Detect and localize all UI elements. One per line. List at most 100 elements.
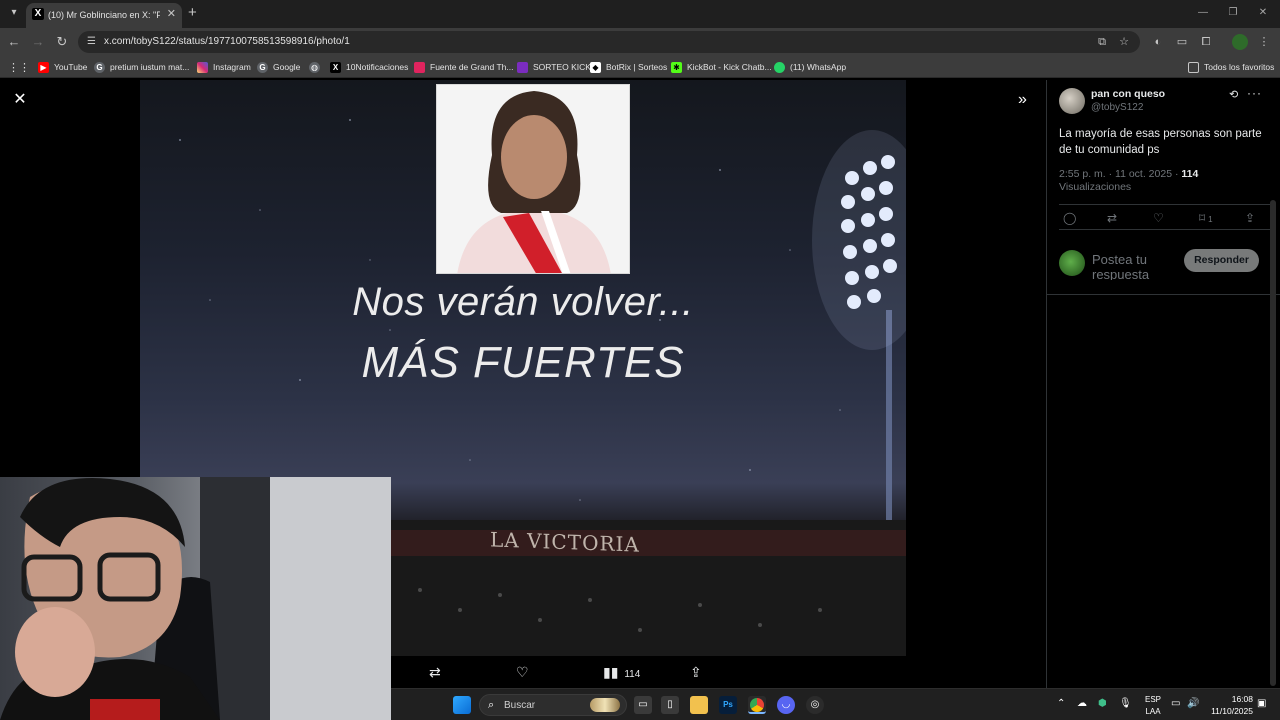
bookmark-google[interactable]: G Google — [257, 59, 300, 75]
app-icon[interactable]: ▯ — [661, 696, 679, 714]
windows-start-icon[interactable] — [453, 696, 471, 714]
bookmark-globe[interactable]: ◍ — [309, 59, 325, 75]
tweet-views-count: 114 — [1181, 168, 1199, 180]
address-bar[interactable]: ☰ x.com/tobyS122/status/1977100758513598… — [78, 31, 1140, 53]
author-avatar[interactable] — [1059, 88, 1085, 114]
app-notification-icon[interactable]: ◎ — [806, 696, 824, 714]
reply-button[interactable]: Responder — [1184, 249, 1259, 272]
bookmark-pretium[interactable]: G pretium iustum mat... — [94, 59, 189, 75]
restore-icon[interactable]: ❐ — [1222, 5, 1244, 21]
close-icon[interactable]: ✕ — [12, 92, 28, 108]
bookmark-sorteo-kick[interactable]: SORTEO KICK — [517, 59, 591, 75]
bookmark-kickbot[interactable]: ✱ KickBot - Kick Chatb... — [671, 59, 772, 75]
photo-caption-line-2: MÁS FUERTES — [361, 338, 685, 387]
whatsapp-icon — [774, 61, 785, 73]
apps-grid-icon[interactable]: ⋮⋮ — [8, 59, 30, 75]
site-info-icon[interactable]: ☰ — [87, 36, 99, 48]
x-logo-icon: X — [330, 61, 341, 73]
bookmark-youtube[interactable]: ▶ YouTube — [38, 59, 87, 75]
reply-icon[interactable]: ◯ — [1063, 211, 1076, 225]
clock-time: 16:08 — [1231, 694, 1253, 704]
search-icon: ⌕ — [488, 699, 495, 711]
photoshop-icon[interactable]: Ps — [719, 696, 737, 714]
globe-icon: ◍ — [309, 61, 320, 73]
bookmark-instagram[interactable]: Instagram — [197, 59, 251, 75]
tab-title: (10) Mr Goblinciano en X: "Pue — [48, 10, 160, 20]
show-hidden-icons-icon[interactable]: ⌃ — [1057, 698, 1065, 710]
like-icon[interactable]: ♡ — [516, 663, 529, 681]
share-icon[interactable]: ⇪ — [690, 663, 702, 681]
kickbot-icon: ✱ — [671, 61, 682, 73]
back-icon[interactable]: ← — [6, 34, 22, 50]
bookmark-page-icon — [414, 61, 425, 73]
divider — [1047, 294, 1280, 295]
url-text[interactable]: x.com/tobyS122/status/197710075851359891… — [104, 35, 350, 49]
reply-input[interactable]: Postea tu respuesta — [1092, 252, 1182, 280]
window-close-icon[interactable]: ✕ — [1252, 5, 1274, 21]
scrollbar[interactable] — [1270, 200, 1276, 686]
bookmark-count: 1 — [1208, 215, 1213, 224]
views-button[interactable]: ▮▮ 114 — [603, 663, 640, 684]
tab-search-icon[interactable]: ▾ — [6, 5, 22, 21]
repost-icon[interactable]: ⇄ — [429, 663, 441, 681]
language-region: LAA — [1145, 707, 1161, 716]
minimize-icon[interactable]: — — [1192, 5, 1214, 21]
notifications-icon[interactable]: ▣ — [1257, 698, 1266, 710]
extensions-puzzle-icon[interactable]: ⧠ — [1198, 34, 1214, 50]
photo-action-bar: ⇄ ♡ ▮▮ 114 ⇪ — [391, 656, 906, 688]
new-tab-icon[interactable]: + — [188, 4, 197, 22]
extension-icon[interactable]: ◐ — [1150, 34, 1166, 50]
chrome-menu-icon[interactable]: ⋮ — [1256, 34, 1272, 50]
google-icon: G — [257, 61, 268, 73]
webcam-overlay — [0, 477, 391, 720]
bookmark-button[interactable]: ⌑ 1 — [1199, 211, 1213, 227]
bookmark-star-icon[interactable]: ☆ — [1116, 34, 1132, 50]
tweet-detail-pane: pan con queso @tobyS122 ⟲ ··· La mayoría… — [1046, 80, 1280, 688]
task-view-icon[interactable]: ▭ — [634, 696, 652, 714]
more-options-icon[interactable]: ··· — [1247, 86, 1262, 100]
tweet-action-bar: ◯ ⇄ ♡ ⌑ 1 ⇪ — [1059, 204, 1271, 230]
sorteo-icon — [517, 61, 528, 73]
security-icon[interactable]: ⬢ — [1098, 698, 1107, 710]
file-explorer-icon[interactable] — [690, 696, 708, 714]
reload-icon[interactable]: ↻ — [54, 34, 70, 50]
bookmark-notificaciones[interactable]: X 10Notificaciones — [330, 59, 408, 75]
share-icon[interactable]: ⇪ — [1245, 211, 1255, 225]
views-chart-icon: ▮▮ — [603, 664, 619, 680]
photo-caption-line-1: Nos verán volver... — [352, 280, 694, 324]
tab-close-icon[interactable]: ✕ — [167, 7, 176, 21]
profile-avatar[interactable] — [1232, 34, 1248, 50]
forward-icon[interactable]: → — [30, 34, 46, 50]
tweet-meta: 2:55 p. m. · 11 oct. 2025 · 114 Visualiz… — [1059, 168, 1271, 194]
all-bookmarks-folder[interactable]: Todos los favoritos — [1188, 59, 1274, 75]
chrome-icon[interactable] — [748, 696, 766, 714]
expand-panel-icon[interactable]: » — [1018, 92, 1027, 108]
language-indicator[interactable]: ESP LAA — [1145, 694, 1161, 718]
portrait-image — [436, 84, 630, 274]
instagram-icon — [197, 61, 208, 73]
language-code: ESP — [1145, 695, 1162, 704]
google-icon: G — [94, 61, 105, 73]
like-icon[interactable]: ♡ — [1153, 211, 1164, 225]
clock[interactable]: 16:08 11/10/2025 — [1209, 693, 1253, 717]
youtube-icon: ▶ — [38, 61, 49, 73]
install-app-icon[interactable]: ⧉ — [1094, 34, 1110, 50]
bookmark-whatsapp[interactable]: (11) WhatsApp — [774, 59, 846, 75]
tweet-timestamp[interactable]: 2:55 p. m. · 11 oct. 2025 · — [1059, 168, 1181, 180]
taskbar-search[interactable]: ⌕ Buscar — [479, 694, 627, 716]
grok-icon[interactable]: ⟲ — [1229, 88, 1238, 101]
discord-icon[interactable]: ◡ — [777, 696, 795, 714]
repost-icon[interactable]: ⇄ — [1107, 211, 1117, 225]
media-icon[interactable]: ▭ — [1174, 34, 1190, 50]
search-highlight-image — [590, 698, 620, 712]
browser-tab[interactable]: X (10) Mr Goblinciano en X: "Pue ✕ — [26, 3, 182, 28]
bookmark-botrix[interactable]: ◆ BotRix | Sorteos — [590, 59, 667, 75]
author-display-name[interactable]: pan con queso — [1091, 88, 1165, 100]
author-handle[interactable]: @tobyS122 — [1091, 102, 1143, 113]
network-icon[interactable]: ▭ — [1171, 698, 1180, 710]
browser-toolbar: ← → ↻ ☰ x.com/tobyS122/status/1977100758… — [0, 28, 1280, 56]
microphone-icon[interactable]: 🎙 — [1119, 698, 1132, 710]
onedrive-icon[interactable]: ☁ — [1077, 698, 1087, 710]
volume-icon[interactable]: 🔊 — [1187, 698, 1199, 710]
bookmark-fuente[interactable]: Fuente de Grand Th... — [414, 59, 513, 75]
